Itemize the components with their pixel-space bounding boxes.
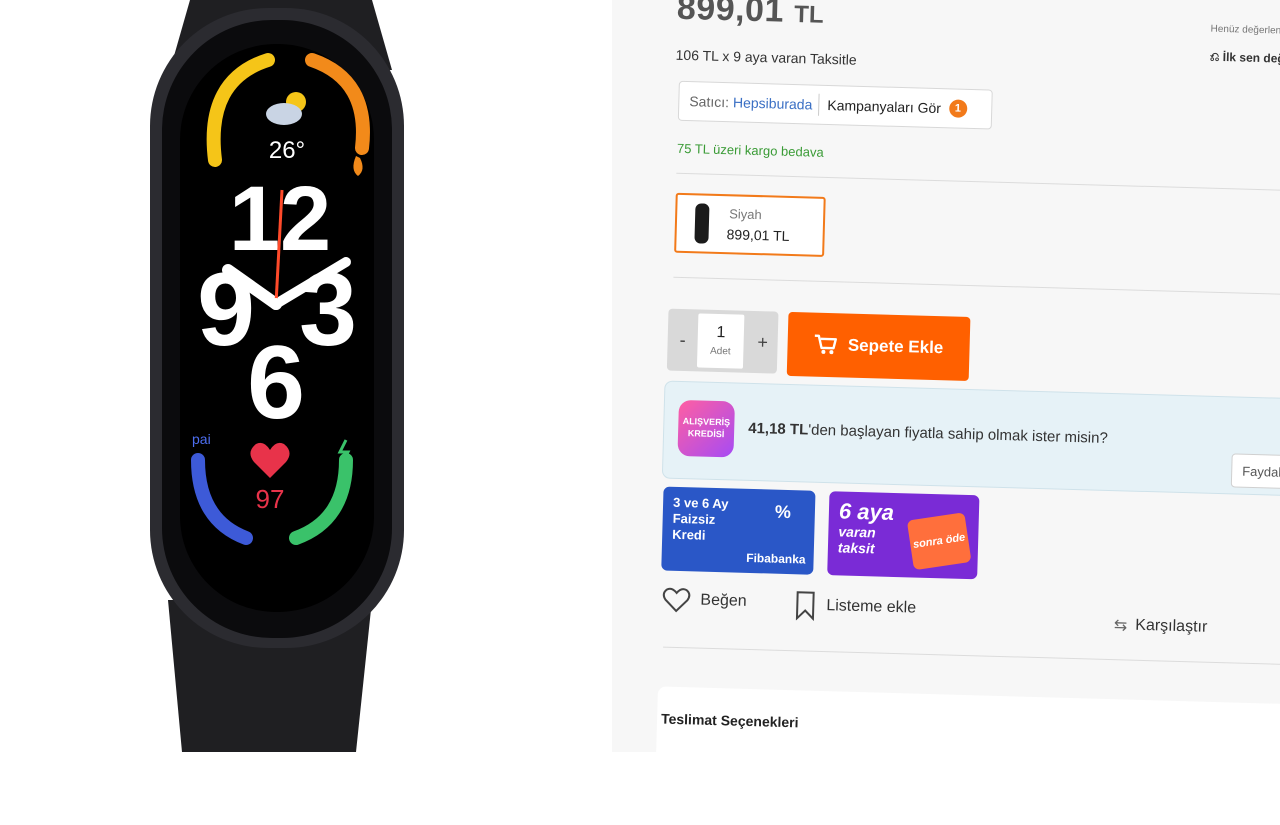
- quantity-stepper: - 1 Adet +: [666, 308, 779, 374]
- credit-badge-line1: ALIŞVERİŞ: [682, 416, 731, 428]
- installment-text: 106 TL x 9 aya varan Taksitle: [675, 46, 857, 68]
- price-row: 899,01 TL: [676, 0, 824, 32]
- free-shipping-note: 75 TL üzeri kargo bedava: [676, 140, 824, 160]
- divider: [673, 276, 1280, 296]
- quantity-value: 1: [716, 323, 726, 342]
- quantity-decrease-button[interactable]: -: [667, 309, 699, 372]
- temperature-label: 26°: [269, 137, 305, 164]
- heart-rate-value: 97: [256, 484, 285, 514]
- variant-option-black[interactable]: Siyah 899,01 TL: [674, 192, 826, 257]
- benefit-button[interactable]: Faydalan: [1230, 453, 1280, 490]
- shopping-credit-badge: ALIŞVERİŞ KREDİSİ: [677, 399, 735, 458]
- fibabanka-promo-card[interactable]: 3 ve 6 Ay Faizsiz Kredi % Fibabanka: [661, 486, 816, 575]
- bookmark-icon: [795, 591, 815, 621]
- compare-button[interactable]: ⇆ Karşılaştır: [1114, 615, 1208, 638]
- sonra-ode-promo-card[interactable]: 6 aya varan taksit sonra öde: [827, 491, 980, 580]
- quantity-increase-button[interactable]: +: [747, 311, 779, 374]
- compare-arrows-icon: ⇆: [1113, 617, 1128, 635]
- campaign-count-badge: 1: [948, 99, 968, 118]
- price-amount: 899,01: [676, 0, 785, 30]
- seller-divider: [818, 93, 820, 116]
- heart-outline-icon: [662, 587, 691, 613]
- seller-label: Satıcı:: [689, 93, 730, 111]
- compare-label: Karşılaştır: [1135, 616, 1208, 636]
- cart-icon: [815, 334, 838, 355]
- fiba-line3: Kredi: [672, 526, 706, 543]
- add-to-list-button[interactable]: Listeme ekle: [794, 590, 917, 623]
- detail-content: 899,01 TL 106 TL x 9 aya varan Taksitle …: [630, 0, 1280, 825]
- variant-thumbnail: [694, 203, 710, 244]
- smart-band-illustration: 12 9 3 6 26° pai 97: [150, 0, 404, 752]
- credit-badge-line2: KREDİSİ: [687, 428, 725, 440]
- divider: [676, 172, 1280, 192]
- fibabanka-logo: Fibabanka: [746, 550, 806, 567]
- quantity-input[interactable]: 1 Adet: [696, 313, 745, 369]
- variant-name: Siyah: [729, 206, 762, 223]
- add-to-cart-label: Sepete Ekle: [847, 335, 944, 358]
- pai-label: pai: [192, 431, 211, 447]
- add-to-list-label: Listeme ekle: [826, 597, 917, 617]
- price-currency: TL: [793, 0, 824, 29]
- product-detail-panel: 899,01 TL 106 TL x 9 aya varan Taksitle …: [612, 0, 1280, 825]
- percent-icon: %: [774, 501, 792, 523]
- headset-icon: ⎌: [1209, 49, 1220, 64]
- credit-offer-text: 41,18 TL'den başlayan fiyatla sahip olma…: [748, 420, 1108, 447]
- first-review-link[interactable]: ⎌ İlk sen değerlendir: [1210, 50, 1280, 68]
- first-review-label: İlk sen değerlendir: [1222, 49, 1280, 67]
- credit-offer-rest: 'den başlayan fiyatla sahip olmak ister …: [808, 421, 1109, 447]
- dial-digit-6: 6: [247, 325, 305, 441]
- rating-note: Henüz değerlendirilmedi: [1210, 23, 1280, 38]
- divider: [663, 646, 1280, 666]
- credit-amount: 41,18 TL: [748, 419, 809, 439]
- campaigns-link[interactable]: Kampanyaları Gör: [827, 97, 941, 116]
- like-button[interactable]: Beğen: [662, 587, 747, 615]
- like-label: Beğen: [700, 591, 747, 610]
- seller-name-link[interactable]: Hepsiburada: [733, 94, 813, 112]
- hand-pivot: [270, 298, 282, 310]
- delivery-options-card: [654, 686, 1280, 825]
- product-image: 12 9 3 6 26° pai 97: [0, 0, 560, 752]
- seller-box: Satıcı: Hepsiburada Kampanyaları Gör 1: [677, 80, 993, 130]
- sonra-ode-tag: sonra öde: [906, 512, 972, 571]
- cloud-icon: [266, 103, 302, 125]
- variant-price: 899,01 TL: [726, 226, 790, 244]
- add-to-cart-button[interactable]: Sepete Ekle: [786, 311, 971, 382]
- quantity-unit: Adet: [709, 345, 731, 358]
- shopping-credit-banner: ALIŞVERİŞ KREDİSİ 41,18 TL'den başlayan …: [661, 380, 1280, 497]
